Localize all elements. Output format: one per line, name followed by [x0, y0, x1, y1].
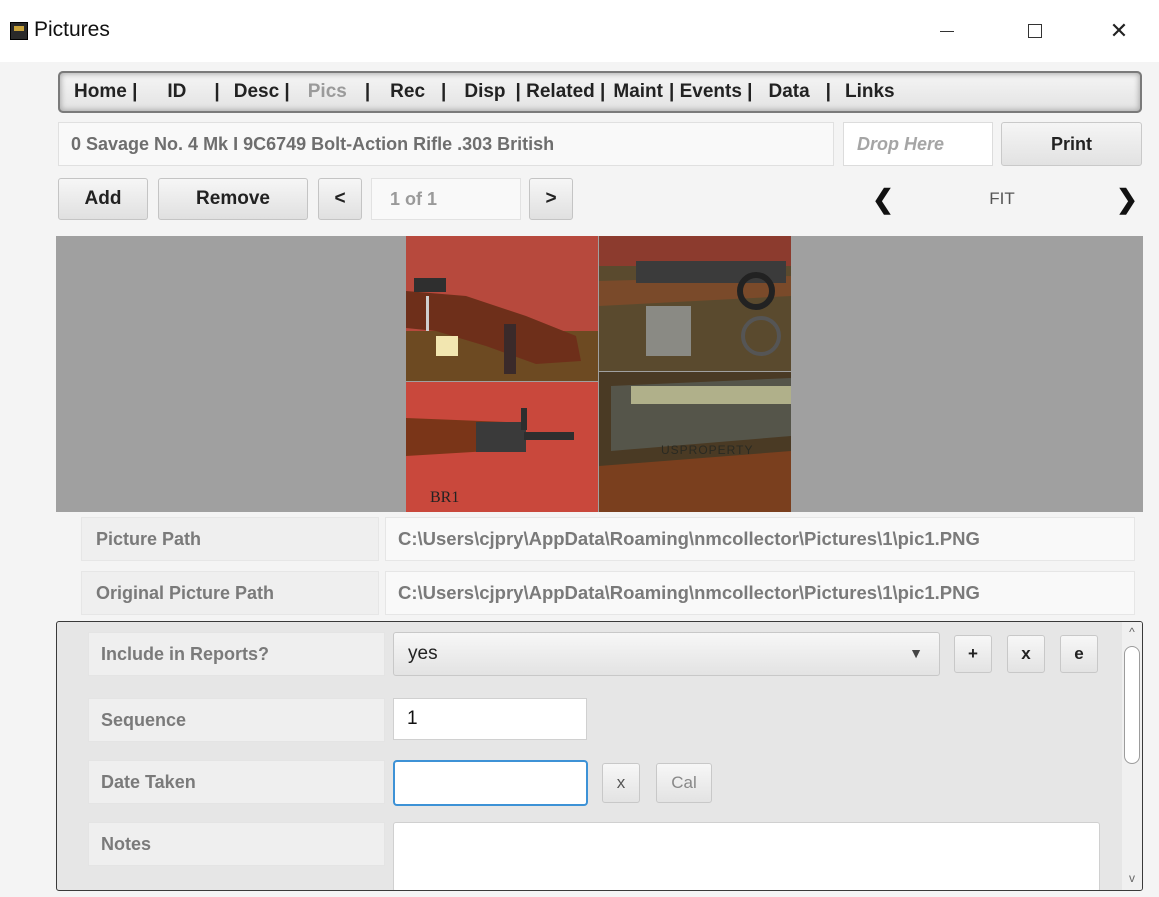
- sequence-input[interactable]: 1: [393, 698, 587, 740]
- dropdown-arrow-icon[interactable]: ▼: [905, 642, 927, 664]
- zoom-previous-chevron-icon[interactable]: ❮: [868, 182, 898, 216]
- tab-id[interactable]: ID: [167, 81, 186, 103]
- add-option-button[interactable]: +: [954, 635, 992, 673]
- picture-counter: 1 of 1: [371, 178, 521, 220]
- tab-home[interactable]: Home |: [74, 81, 137, 103]
- tab-pics[interactable]: Pics: [308, 81, 347, 103]
- zoom-mode-label: FIT: [989, 189, 1015, 208]
- picture-details-panel: Include in Reports? yes ▼ + x e Sequence…: [56, 621, 1143, 891]
- window-title: Pictures: [34, 18, 110, 41]
- record-title: 0 Savage No. 4 Mk I 9C6749 Bolt-Action R…: [58, 122, 834, 166]
- nav-separator: |: [441, 81, 447, 102]
- add-picture-button[interactable]: Add: [58, 178, 148, 220]
- tab-related[interactable]: | Related |: [516, 81, 606, 103]
- minimize-icon: [940, 30, 954, 32]
- print-button[interactable]: Print: [1001, 122, 1142, 166]
- minimize-button[interactable]: [922, 14, 972, 48]
- tab-links[interactable]: Links: [845, 81, 895, 103]
- nav-separator: |: [364, 81, 371, 102]
- tab-data[interactable]: Data: [768, 81, 809, 103]
- notes-label: Notes: [88, 822, 385, 866]
- app-icon: [10, 22, 28, 40]
- tab-events[interactable]: | Events |: [669, 81, 753, 103]
- zoom-next-chevron-icon[interactable]: ❯: [1112, 182, 1142, 216]
- scroll-up-arrow-icon[interactable]: ^: [1122, 622, 1142, 642]
- maximize-icon: [1028, 24, 1042, 38]
- previous-picture-button[interactable]: <: [318, 178, 362, 220]
- section-nav-bar: Home | ID | Desc | Pics | Rec | Disp | R…: [58, 71, 1142, 113]
- picture-path-label: Picture Path: [81, 517, 379, 561]
- close-button[interactable]: ✕: [1094, 14, 1144, 48]
- original-picture-path-label: Original Picture Path: [81, 571, 379, 615]
- scroll-down-arrow-icon[interactable]: v: [1122, 868, 1142, 888]
- include-in-reports-select[interactable]: yes: [393, 632, 940, 676]
- remove-picture-button[interactable]: Remove: [158, 178, 308, 220]
- maximize-button[interactable]: [1010, 14, 1060, 48]
- tab-desc[interactable]: Desc |: [234, 81, 290, 103]
- tab-maint[interactable]: Maint: [613, 81, 663, 103]
- nav-separator: |: [214, 81, 220, 102]
- include-in-reports-label: Include in Reports?: [88, 632, 385, 676]
- photo-caption: BR1: [430, 489, 459, 506]
- rifle-photo-collage: BR1 USPROPERTY: [406, 236, 791, 512]
- date-taken-input[interactable]: [393, 760, 588, 806]
- clear-option-button[interactable]: x: [1007, 635, 1045, 673]
- photo-stamp: USPROPERTY: [661, 443, 753, 457]
- notes-textarea[interactable]: [393, 822, 1100, 890]
- close-icon: ✕: [1109, 18, 1129, 43]
- drop-here-zone[interactable]: Drop Here: [843, 122, 993, 166]
- tab-rec[interactable]: Rec: [390, 81, 425, 103]
- picture-path-value: C:\Users\cjpry\AppData\Roaming\nmcollect…: [385, 517, 1135, 561]
- original-picture-path-value: C:\Users\cjpry\AppData\Roaming\nmcollect…: [385, 571, 1135, 615]
- nav-separator: |: [825, 81, 831, 102]
- next-picture-button[interactable]: >: [529, 178, 573, 220]
- tab-disp[interactable]: Disp: [464, 81, 505, 103]
- clear-date-button[interactable]: x: [602, 763, 640, 803]
- edit-option-button[interactable]: e: [1060, 635, 1098, 673]
- calendar-button[interactable]: Cal: [656, 763, 712, 803]
- date-taken-label: Date Taken: [88, 760, 385, 804]
- title-bar: [0, 0, 1159, 62]
- sequence-label: Sequence: [88, 698, 385, 742]
- scroll-thumb[interactable]: [1124, 646, 1140, 764]
- vertical-scrollbar[interactable]: ^ v: [1122, 622, 1142, 890]
